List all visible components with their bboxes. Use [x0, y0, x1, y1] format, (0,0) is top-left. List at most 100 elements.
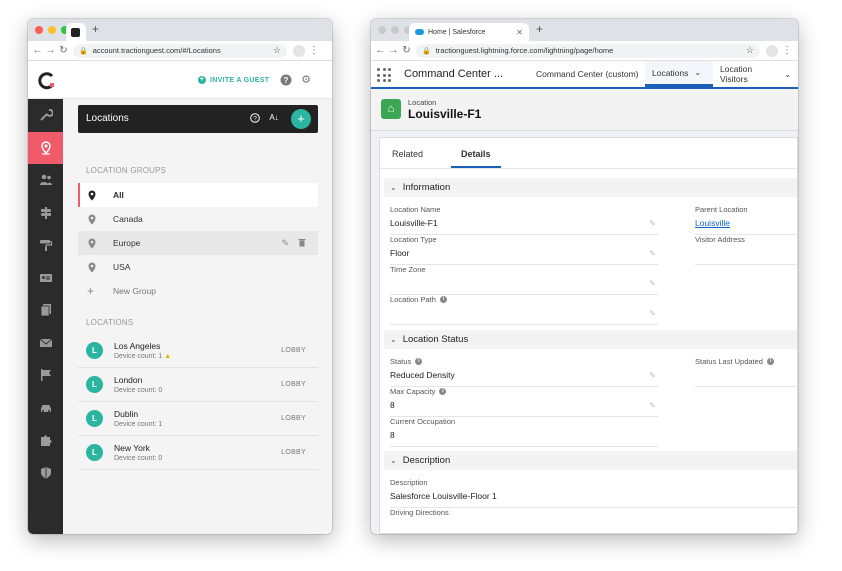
- reload-icon[interactable]: ↻: [57, 45, 70, 56]
- edit-pencil-icon[interactable]: ✎: [649, 371, 656, 380]
- flag-icon[interactable]: [28, 359, 63, 392]
- edit-pencil-icon[interactable]: ✎: [649, 279, 656, 288]
- field-label: Max Capacity: [390, 387, 436, 396]
- locations-heading: LOCATIONS: [86, 318, 134, 327]
- plus-icon: +: [198, 76, 206, 84]
- salesforce-cloud-icon: [415, 29, 424, 35]
- group-item-canada[interactable]: Canada: [78, 207, 318, 231]
- browser-menu-icon[interactable]: ⋮: [309, 45, 319, 56]
- lock-icon: 🔒: [79, 47, 88, 55]
- location-row-los-angeles[interactable]: L Los Angeles Device count: 1 ▲ LOBBY: [78, 334, 318, 368]
- sidebar: [28, 99, 63, 534]
- minimize-window-button[interactable]: [391, 26, 399, 34]
- close-tab-icon[interactable]: ✕: [516, 28, 523, 37]
- edit-pencil-icon[interactable]: ✎: [281, 238, 289, 249]
- field-max-capacity: Max Capacity i 8 ✎: [390, 387, 658, 417]
- location-row-london[interactable]: L London Device count: 0 LOBBY: [78, 368, 318, 402]
- window-controls: [378, 26, 412, 34]
- forward-icon[interactable]: →: [44, 45, 57, 56]
- signpost-icon[interactable]: [28, 197, 63, 230]
- info-icon[interactable]: i: [439, 388, 447, 395]
- nav-tab-locations[interactable]: Locations ⌄: [645, 61, 713, 87]
- shield-icon[interactable]: [28, 457, 63, 490]
- field-location-type: Location Type Floor ✎: [390, 235, 658, 265]
- field-driving-directions: Driving Directions: [390, 508, 798, 534]
- profile-avatar[interactable]: [293, 44, 305, 57]
- tab-title: Home | Salesforce: [428, 28, 486, 36]
- tractionguest-logo: [38, 72, 55, 90]
- location-name: New York: [114, 443, 150, 453]
- puzzle-icon[interactable]: [28, 424, 63, 457]
- section-location-status[interactable]: ⌄ Location Status: [384, 330, 797, 349]
- section-title: Description: [402, 455, 451, 466]
- help-icon[interactable]: ?: [280, 74, 292, 86]
- info-icon[interactable]: i: [766, 358, 774, 365]
- edit-pencil-icon[interactable]: ✎: [649, 219, 656, 228]
- group-item-all[interactable]: All: [78, 183, 318, 207]
- bookmark-star-icon[interactable]: ☆: [273, 45, 281, 56]
- trash-icon[interactable]: [298, 238, 306, 249]
- field-label: Current Occupation: [390, 417, 456, 426]
- paint-roller-icon[interactable]: [28, 229, 63, 262]
- documents-icon[interactable]: [28, 294, 63, 327]
- tab-details[interactable]: Details: [451, 146, 501, 168]
- minimize-window-button[interactable]: [48, 26, 56, 34]
- location-pin-icon[interactable]: [28, 131, 63, 164]
- chevron-down-icon[interactable]: ⌄: [694, 68, 701, 77]
- chevron-down-icon[interactable]: ⌄: [784, 70, 791, 79]
- id-card-icon[interactable]: [28, 262, 63, 295]
- wrench-icon[interactable]: [28, 99, 63, 132]
- parent-location-link[interactable]: Louisville: [695, 218, 798, 229]
- mail-icon[interactable]: [28, 327, 63, 360]
- add-location-button[interactable]: +: [291, 109, 311, 129]
- help-circle-icon[interactable]: ?: [249, 113, 261, 125]
- nav-tab-command-center[interactable]: Command Center (custom): [529, 61, 646, 87]
- new-group-label: New Group: [113, 286, 156, 296]
- browser-tab[interactable]: [66, 23, 86, 41]
- info-icon[interactable]: i: [415, 358, 423, 365]
- car-icon[interactable]: [28, 392, 63, 425]
- record-type: Location: [408, 98, 437, 107]
- settings-gear-icon[interactable]: ⚙: [300, 74, 312, 86]
- edit-pencil-icon[interactable]: ✎: [649, 309, 656, 318]
- window-controls: [35, 26, 69, 34]
- close-window-button[interactable]: [35, 26, 43, 34]
- info-icon[interactable]: i: [439, 296, 447, 303]
- record-page: ⌂ Location Louisville-F1 Related Details…: [371, 89, 798, 534]
- url-field[interactable]: 🔒 tractionguest.lightning.force.com/ligh…: [416, 43, 760, 58]
- back-icon[interactable]: ←: [374, 45, 387, 56]
- warning-icon: ▲: [164, 353, 172, 360]
- chevron-down-icon: ⌄: [390, 456, 397, 465]
- new-tab-button[interactable]: +: [536, 22, 543, 36]
- new-group-button[interactable]: + New Group: [78, 279, 318, 303]
- field-location-name: Location Name Louisville-F1 ✎: [390, 205, 658, 235]
- users-icon[interactable]: [28, 164, 63, 197]
- group-item-europe[interactable]: Europe ✎: [78, 231, 318, 255]
- chevron-down-icon: ⌄: [390, 183, 397, 192]
- group-item-usa[interactable]: USA: [78, 255, 318, 279]
- nav-tab-location-visitors[interactable]: Location Visitors ⌄: [713, 61, 798, 87]
- edit-pencil-icon[interactable]: ✎: [649, 401, 656, 410]
- browser-menu-icon[interactable]: ⋮: [782, 45, 792, 56]
- bookmark-star-icon[interactable]: ☆: [746, 45, 754, 56]
- section-information[interactable]: ⌄ Information: [384, 178, 797, 197]
- forward-icon[interactable]: →: [387, 45, 400, 56]
- location-row-dublin[interactable]: L Dublin Device count: 1 LOBBY: [78, 402, 318, 436]
- close-window-button[interactable]: [378, 26, 386, 34]
- sort-az-icon[interactable]: A↓: [268, 113, 280, 122]
- reload-icon[interactable]: ↻: [400, 45, 413, 56]
- invite-guest-button[interactable]: + INVITE A GUEST: [198, 76, 269, 84]
- location-row-new-york[interactable]: L New York Device count: 0 LOBBY: [78, 436, 318, 470]
- profile-avatar[interactable]: [766, 44, 778, 57]
- edit-pencil-icon[interactable]: ✎: [649, 249, 656, 258]
- app-launcher-icon[interactable]: [377, 68, 391, 82]
- section-description[interactable]: ⌄ Description: [384, 451, 797, 470]
- new-tab-button[interactable]: +: [92, 22, 99, 36]
- url-field[interactable]: 🔒 account.tractionguest.com/#/Locations …: [73, 43, 287, 58]
- field-value: 8: [390, 400, 395, 410]
- tab-related[interactable]: Related: [382, 146, 433, 168]
- nav-tab-label: Location Visitors: [720, 64, 753, 84]
- browser-tab[interactable]: Home | Salesforce ✕: [409, 23, 529, 41]
- group-label: Canada: [113, 214, 143, 224]
- back-icon[interactable]: ←: [31, 45, 44, 56]
